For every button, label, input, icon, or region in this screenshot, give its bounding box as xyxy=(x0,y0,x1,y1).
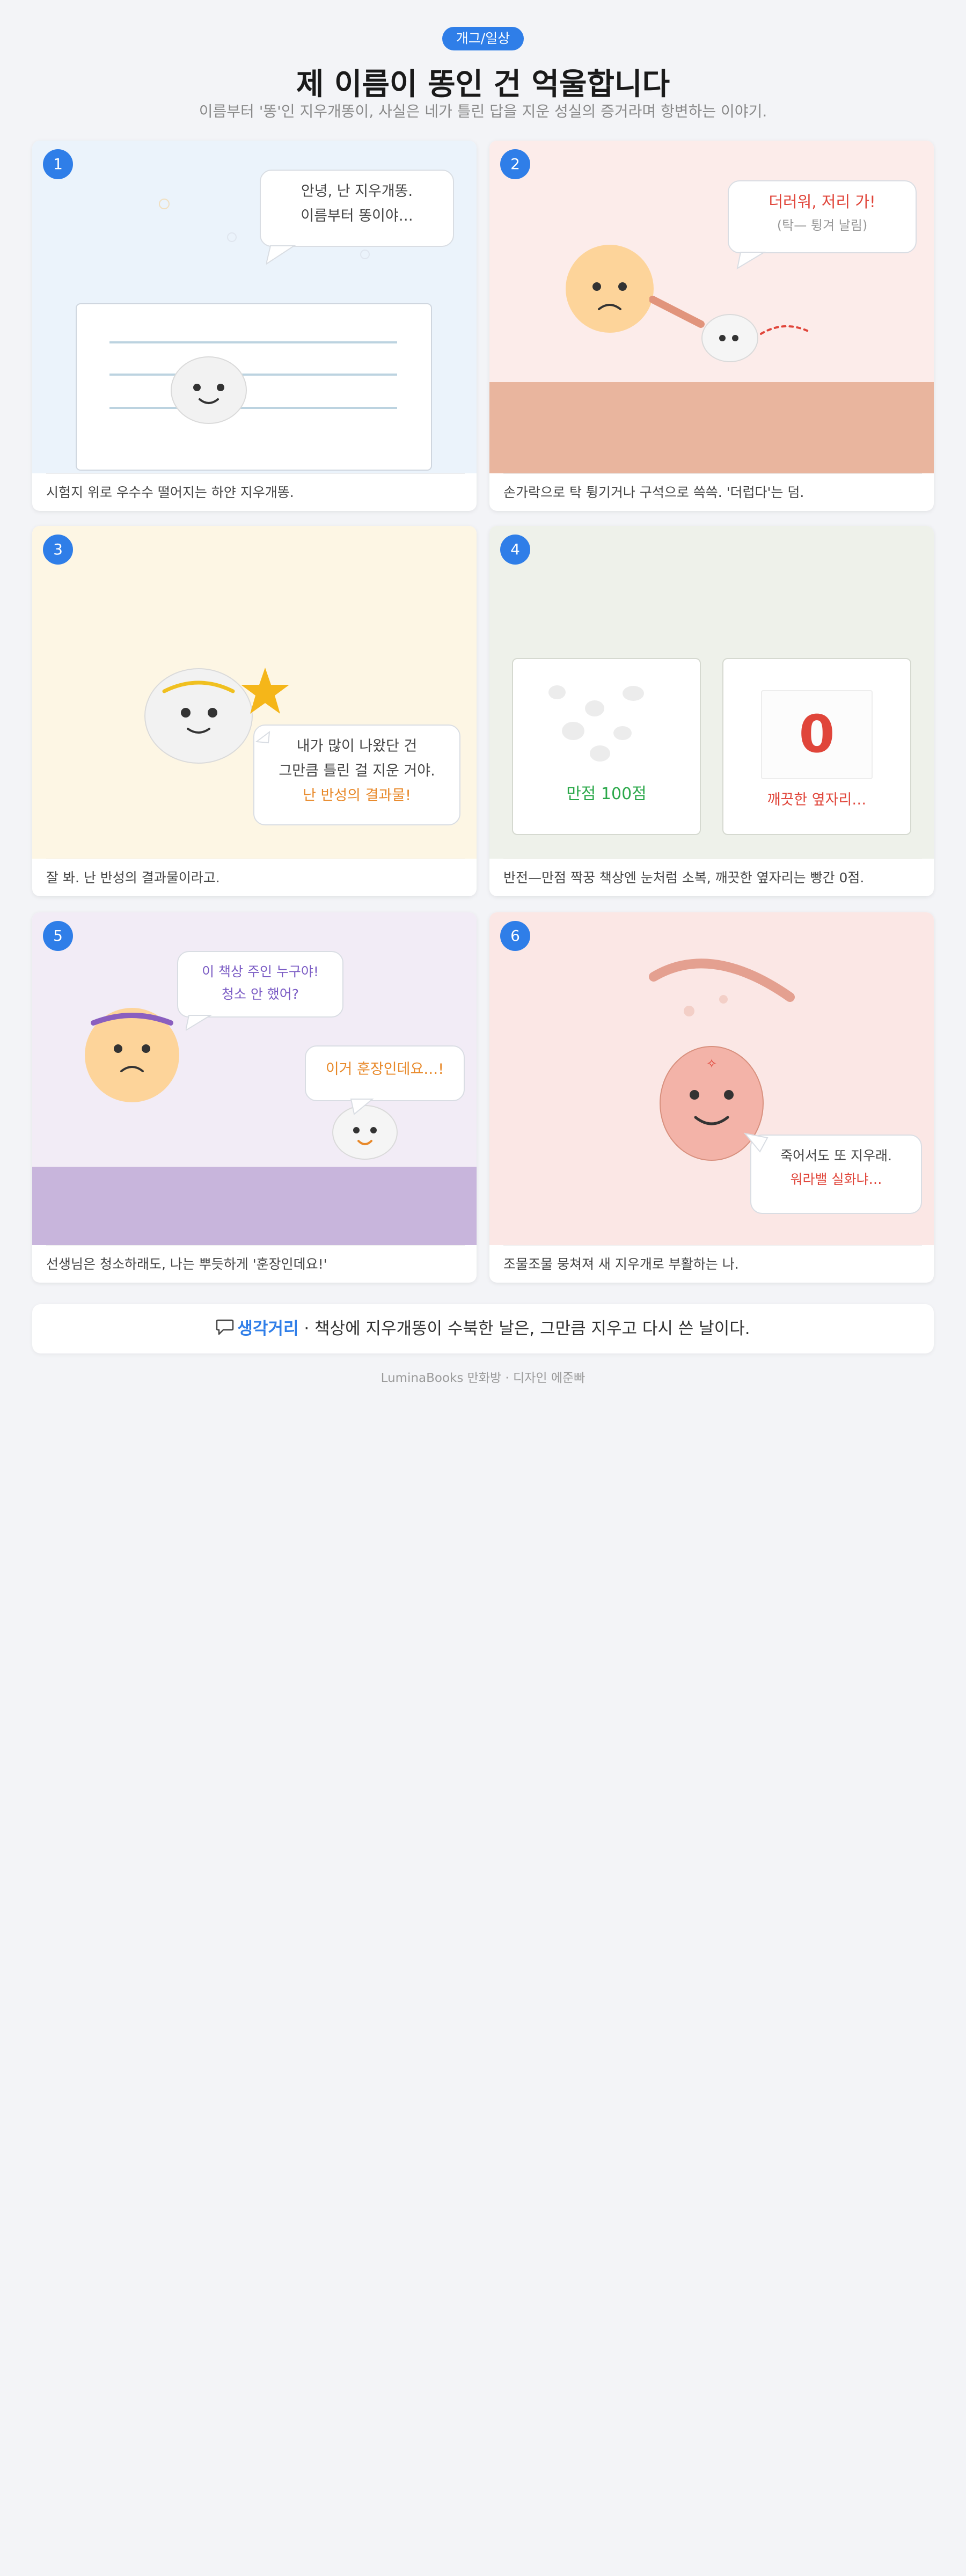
panel-number-badge: 5 xyxy=(43,921,73,951)
panel-caption: 조물조물 뭉쳐져 새 지우개로 부활하는 나. xyxy=(503,1245,922,1283)
panel-number-badge: 4 xyxy=(500,535,530,565)
perfect-score-label: 만점 100점 xyxy=(566,785,647,803)
speech-bubble: 죽어서도 또 지우래. 워라밸 실화냐… xyxy=(744,1132,922,1214)
eraser-crumb-character xyxy=(171,356,247,424)
panel-number-badge: 6 xyxy=(500,921,530,951)
bubble-line: 죽어서도 또 지우래. xyxy=(780,1148,892,1163)
clean-desk-label: 깨끗한 옆자리… xyxy=(767,792,867,808)
bubble-line: 난 반성의 결과물! xyxy=(303,787,411,804)
panel-number-badge: 1 xyxy=(43,149,73,179)
flight-trail xyxy=(760,325,810,335)
zero-score-sheet: 0 xyxy=(761,690,873,779)
takeaway-box: 생각거리 · 책상에 지우개똥이 수북한 날은, 그만큼 지우고 다시 쓴 날이… xyxy=(32,1304,934,1353)
desk-surface xyxy=(489,382,934,473)
top-student-desk-card: 만점 100점 xyxy=(512,658,701,835)
eraser-crumb-character xyxy=(701,314,758,362)
clean-desk-card: 0 깨끗한 옆자리… xyxy=(722,658,911,835)
bubble-line: 그만큼 틀린 걸 지운 거야. xyxy=(279,763,435,779)
bubble-line: 이 책상 주인 누구야! xyxy=(202,964,319,979)
bubble-line: 이름부터 똥이야… xyxy=(301,208,413,224)
teacher-speech-bubble: 이 책상 주인 누구야! 청소 안 했어? xyxy=(177,951,343,1031)
squeezing-hand-arc xyxy=(649,958,795,1016)
panel-caption: 반전—만점 짝꿍 책상엔 눈처럼 소복, 깨끗한 옆자리는 빵간 0점. xyxy=(503,859,922,896)
comic-panel-4: 4 만점 100점 0 깨끗한 옆자리… 반전—만점 짝꿍 책상엔 눈처럼 소복… xyxy=(489,526,934,896)
bubble-line: 청소 안 했어? xyxy=(221,986,299,1002)
comic-panel-3: 3 내가 많이 나왔단 건 그만큼 틀린 걸 지운 거야. 난 반성의 결과물!… xyxy=(32,526,477,896)
panel-caption: 시험지 위로 우수수 떨어지는 하얀 지우개똥. xyxy=(46,473,465,511)
annoyed-student-face xyxy=(566,245,654,333)
category-tag[interactable]: 개그/일상 xyxy=(442,27,524,50)
star-icon xyxy=(241,668,289,714)
speech-bubble: 내가 많이 나왔단 건 그만큼 틀린 걸 지운 거야. 난 반성의 결과물! xyxy=(253,724,460,825)
panel-6-scene: 6 ✧ 죽어서도 또 지우래. 워라밸 실화냐… xyxy=(489,912,934,1245)
bubble-line: 내가 많이 나왔단 건 xyxy=(296,738,418,755)
page-title: 제 이름이 똥인 건 억울합니다 xyxy=(296,67,670,102)
panel-number-badge: 3 xyxy=(43,535,73,565)
panel-1-scene: 1 안녕, 난 지우개똥. 이름부터 똥이야… xyxy=(32,141,477,473)
speech-bubble-icon xyxy=(216,1305,234,1355)
page-subtitle: 이름부터 '똥'인 지우개똥이, 사실은 네가 틀린 답을 지운 성실의 증거라… xyxy=(199,103,767,120)
speech-bubble: 안녕, 난 지우개똥. 이름부터 똥이야… xyxy=(260,170,454,265)
panel-caption: 손가락으로 탁 튕기거나 구석으로 쓱쓱. '더럽다'는 덤. xyxy=(503,473,922,511)
comic-panel-2: 2 더러워, 저리 가! (탁— 튕겨 날림) 손가락으로 탁 튕기거나 구석으… xyxy=(489,141,934,511)
speech-bubble: 더러워, 저리 가! (탁— 튕겨 날림) xyxy=(728,180,917,270)
panel-number-badge: 2 xyxy=(500,149,530,179)
credit-line: LuminaBooks 만화방 · 디자인 에준빠 xyxy=(380,1371,586,1385)
bubble-line: 안녕, 난 지우개똥. xyxy=(301,183,413,200)
bubble-line: 더러워, 저리 가! xyxy=(769,193,876,211)
comic-panel-1: 1 안녕, 난 지우개똥. 이름부터 똥이야… 시험지 위로 우수수 떨어지는 … xyxy=(32,141,477,511)
panel-4-scene: 4 만점 100점 0 깨끗한 옆자리… xyxy=(489,526,934,859)
takeaway-text: · 책상에 지우개똥이 수북한 날은, 그만큼 지우고 다시 쓴 날이다. xyxy=(298,1319,750,1338)
panel-caption: 선생님은 청소하래도, 나는 뿌듯하게 '훈장인데요!' xyxy=(46,1245,465,1283)
teacher-face xyxy=(85,1008,179,1102)
crumb-speech-bubble: 이거 훈장인데요…! xyxy=(305,1045,465,1115)
desk-surface xyxy=(32,1167,477,1245)
panel-caption: 잘 봐. 난 반성의 결과물이라고. xyxy=(46,859,465,896)
comic-panel-5: 5 이 책상 주인 누구야! 청소 안 했어? 이거 훈장인데요…! 선생님은 … xyxy=(32,912,477,1283)
zero-score-value: 0 xyxy=(799,704,835,764)
panel-2-scene: 2 더러워, 저리 가! (탁— 튕겨 날림) xyxy=(489,141,934,473)
bubble-line: 워라밸 실화냐… xyxy=(790,1172,882,1187)
panel-5-scene: 5 이 책상 주인 누구야! 청소 안 했어? 이거 훈장인데요…! xyxy=(32,912,477,1245)
takeaway-highlight: 생각거리 xyxy=(237,1319,299,1338)
crumb-pile-icon xyxy=(548,685,644,762)
panel-3-scene: 3 내가 많이 나왔단 건 그만큼 틀린 걸 지운 거야. 난 반성의 결과물! xyxy=(32,526,477,859)
svg-text:✧: ✧ xyxy=(706,1056,717,1071)
bubble-line: 이거 훈장인데요…! xyxy=(325,1061,444,1078)
bubble-line: (탁— 튕겨 날림) xyxy=(777,218,868,233)
comic-panel-6: 6 ✧ 죽어서도 또 지우래. 워라밸 실화냐… 조물조물 뭉쳐져 새 지우개로… xyxy=(489,912,934,1283)
